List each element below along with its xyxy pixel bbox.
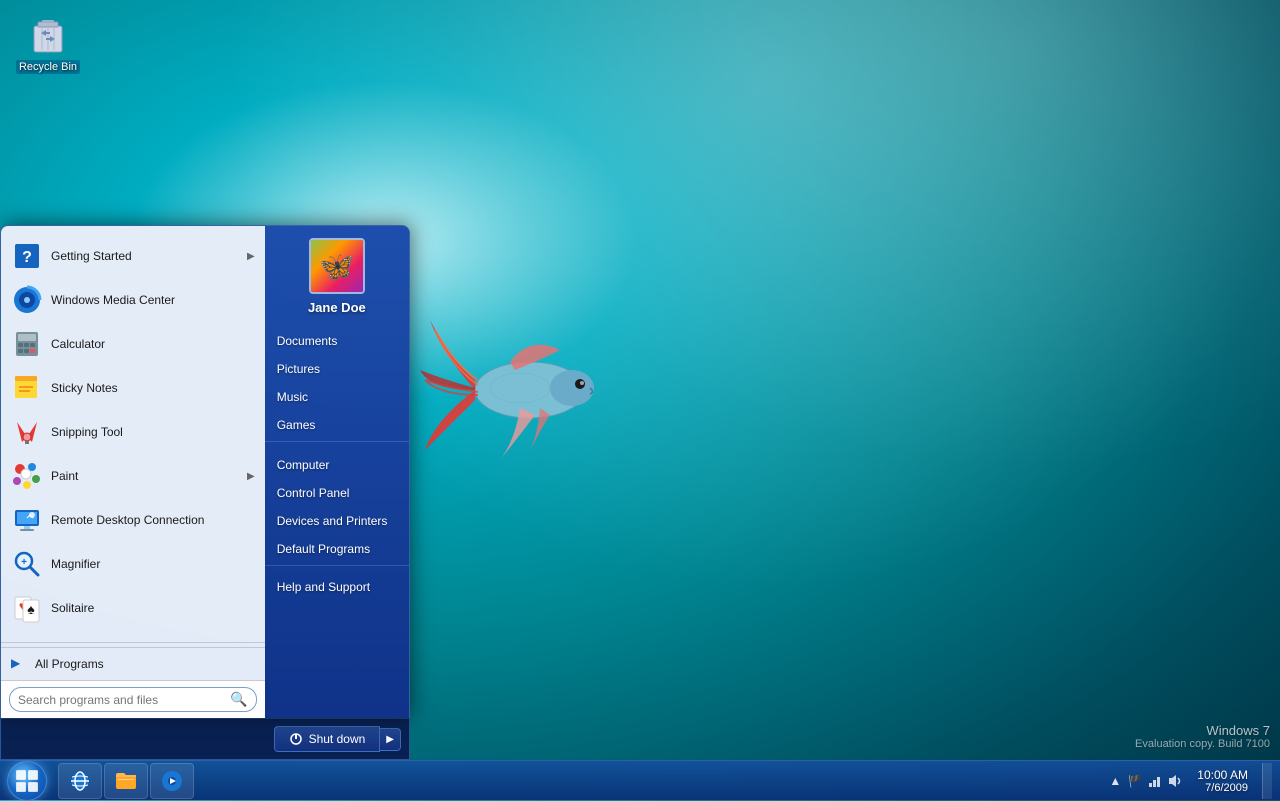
show-desktop-button[interactable] xyxy=(1262,763,1272,799)
menu-item-label: Solitaire xyxy=(51,601,94,615)
user-profile: 🦋 Jane Doe xyxy=(265,226,409,323)
menu-item-label: Sticky Notes xyxy=(51,381,118,395)
fish-decoration xyxy=(420,280,670,500)
svg-text:♠: ♠ xyxy=(27,601,35,617)
start-menu-body: ? Getting Started ▶ xyxy=(0,225,410,718)
arrow-icon: ▶ xyxy=(247,471,255,482)
recycle-bin-label: Recycle Bin xyxy=(16,60,80,74)
watermark-line2: Evaluation copy. Build 7100 xyxy=(1135,738,1270,750)
getting-started-icon: ? xyxy=(11,240,43,272)
programs-divider xyxy=(1,642,265,643)
system-tray: ▲ 🏴 xyxy=(1107,773,1183,789)
avatar-image: 🦋 xyxy=(311,240,363,292)
solitaire-icon: ♥ ♠ xyxy=(11,592,43,624)
start-menu-left: ? Getting Started ▶ xyxy=(1,226,265,718)
calculator-icon xyxy=(11,328,43,360)
menu-item-snipping-tool[interactable]: Snipping Tool xyxy=(1,410,265,454)
menu-item-label: Paint xyxy=(51,469,78,483)
svg-text:?: ? xyxy=(22,249,32,266)
right-item-devices-printers[interactable]: Devices and Printers xyxy=(265,507,409,535)
menu-item-label: Magnifier xyxy=(51,557,100,571)
desktop: Recycle Bin xyxy=(0,0,1280,800)
menu-item-label: Getting Started xyxy=(51,249,132,263)
media-player-icon xyxy=(160,769,184,793)
clock[interactable]: 10:00 AM 7/6/2009 xyxy=(1189,766,1256,796)
tray-arrow-icon[interactable]: ▲ xyxy=(1107,773,1123,789)
taskbar: ▲ 🏴 10:00 AM 7/6 xyxy=(0,760,1280,800)
menu-item-windows-media-center[interactable]: Windows Media Center xyxy=(1,278,265,322)
shutdown-label: Shut down xyxy=(309,732,366,746)
all-programs-button[interactable]: ▶ All Programs xyxy=(1,647,265,680)
taskbar-media-player[interactable] xyxy=(150,763,194,799)
menu-item-paint[interactable]: Paint ▶ xyxy=(1,454,265,498)
start-menu-bottom: Shut down ▶ xyxy=(0,718,410,760)
magnifier-icon: + xyxy=(11,548,43,580)
search-box: 🔍 xyxy=(1,680,265,718)
start-menu-right: 🦋 Jane Doe Documents Pictures Music Game… xyxy=(265,226,409,718)
menu-item-getting-started[interactable]: ? Getting Started ▶ xyxy=(1,234,265,278)
windows-watermark: Windows 7 Evaluation copy. Build 7100 xyxy=(1135,723,1270,750)
windows-media-center-icon xyxy=(11,284,43,316)
ie-icon xyxy=(68,769,92,793)
program-list: ? Getting Started ▶ xyxy=(1,226,265,638)
clock-time: 10:00 AM xyxy=(1197,768,1248,782)
tray-volume-icon[interactable] xyxy=(1167,773,1183,789)
menu-item-label: Windows Media Center xyxy=(51,293,175,307)
right-item-pictures[interactable]: Pictures xyxy=(265,355,409,383)
search-input[interactable] xyxy=(18,693,230,707)
right-item-computer[interactable]: Computer xyxy=(265,451,409,479)
taskbar-right: ▲ 🏴 10:00 AM 7/6 xyxy=(1107,763,1280,799)
all-programs-label: All Programs xyxy=(35,657,104,671)
right-item-documents[interactable]: Documents xyxy=(265,327,409,355)
explorer-icon xyxy=(114,769,138,793)
tray-network-icon[interactable] xyxy=(1147,773,1163,789)
right-item-control-panel[interactable]: Control Panel xyxy=(265,479,409,507)
right-menu-items: Documents Pictures Music Games Computer … xyxy=(265,323,409,718)
right-item-help-support[interactable]: Help and Support xyxy=(265,573,409,601)
menu-item-label: Calculator xyxy=(51,337,105,351)
start-menu: ? Getting Started ▶ xyxy=(0,225,410,760)
right-item-games[interactable]: Games xyxy=(265,411,409,439)
taskbar-explorer[interactable] xyxy=(104,763,148,799)
right-item-music[interactable]: Music xyxy=(265,383,409,411)
shutdown-arrow-button[interactable]: ▶ xyxy=(380,728,401,751)
sticky-notes-icon xyxy=(11,372,43,404)
all-programs-icon: ▶ xyxy=(11,656,27,672)
arrow-icon: ▶ xyxy=(247,251,255,262)
user-avatar[interactable]: 🦋 xyxy=(309,238,365,294)
power-icon xyxy=(289,732,303,746)
start-orb xyxy=(7,761,47,801)
menu-item-remote-desktop[interactable]: Remote Desktop Connection xyxy=(1,498,265,542)
tray-flag-icon[interactable]: 🏴 xyxy=(1127,773,1143,789)
menu-item-solitaire[interactable]: ♥ ♠ Solitaire xyxy=(1,586,265,630)
clock-date: 7/6/2009 xyxy=(1205,782,1248,794)
remote-desktop-icon xyxy=(11,504,43,536)
search-input-wrap: 🔍 xyxy=(9,687,257,712)
recycle-bin-image xyxy=(24,8,72,56)
snipping-tool-icon xyxy=(11,416,43,448)
taskbar-ie[interactable] xyxy=(58,763,102,799)
watermark-line1: Windows 7 xyxy=(1135,723,1270,738)
recycle-bin-icon[interactable]: Recycle Bin xyxy=(8,8,88,74)
menu-item-sticky-notes[interactable]: Sticky Notes xyxy=(1,366,265,410)
start-button[interactable] xyxy=(0,761,54,801)
taskbar-apps xyxy=(58,761,194,800)
svg-text:+: + xyxy=(21,557,27,568)
paint-icon xyxy=(11,460,43,492)
user-name: Jane Doe xyxy=(308,300,366,315)
menu-item-calculator[interactable]: Calculator xyxy=(1,322,265,366)
right-item-default-programs[interactable]: Default Programs xyxy=(265,535,409,563)
menu-item-label: Snipping Tool xyxy=(51,425,123,439)
shutdown-button[interactable]: Shut down xyxy=(274,726,381,752)
menu-item-magnifier[interactable]: + Magnifier xyxy=(1,542,265,586)
menu-item-label: Remote Desktop Connection xyxy=(51,513,204,527)
search-icon[interactable]: 🔍 xyxy=(230,691,247,708)
